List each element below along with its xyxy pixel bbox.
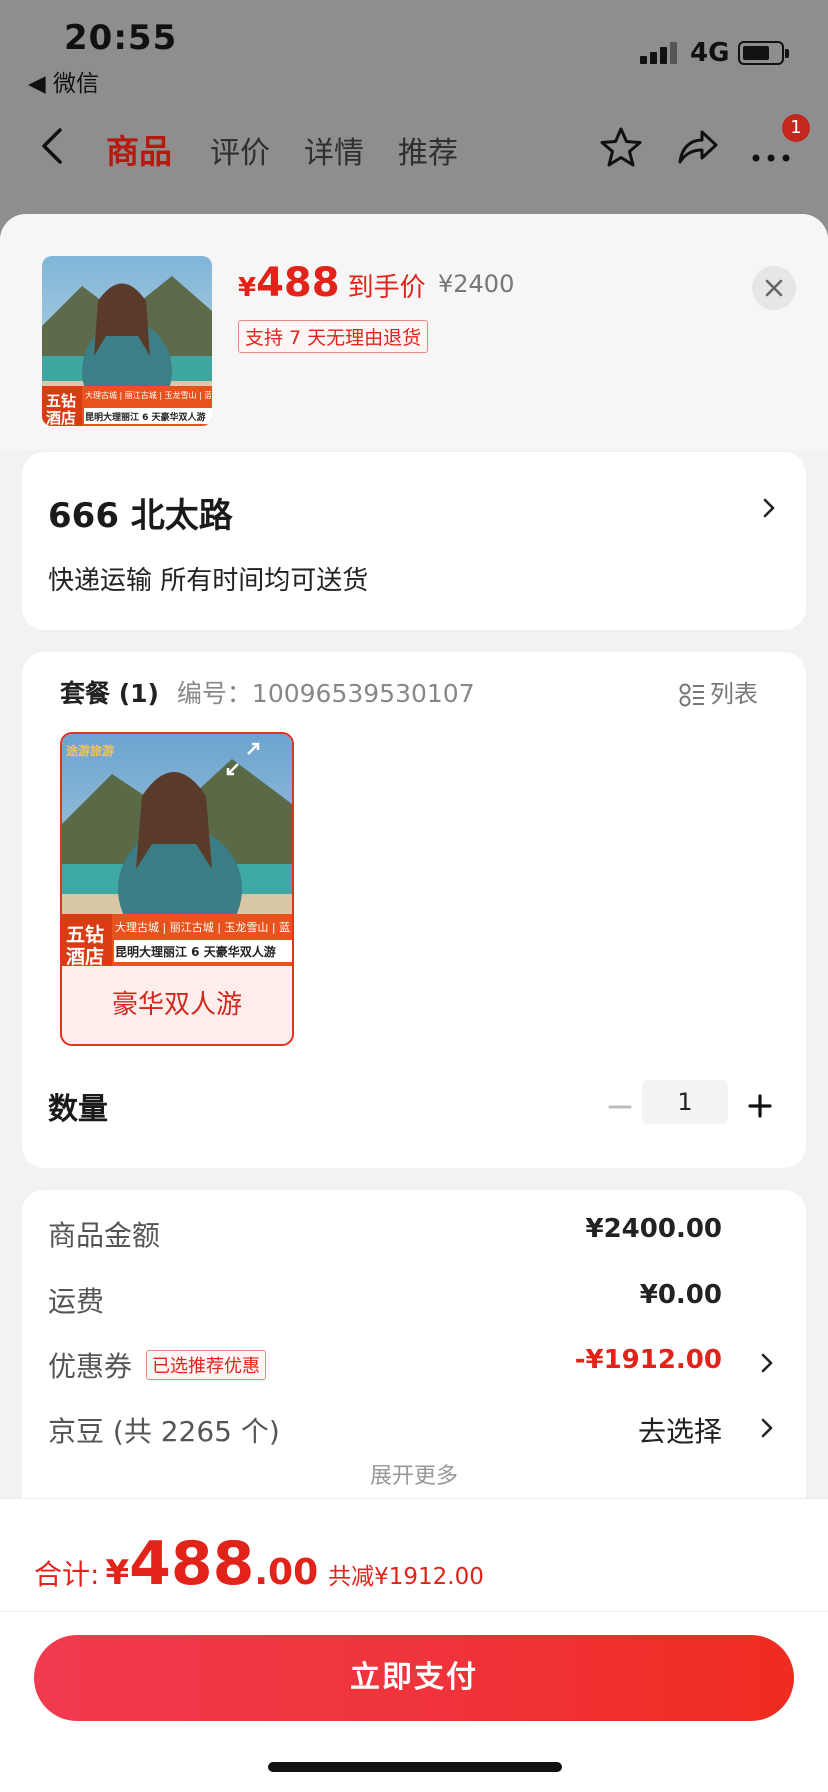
- total-dec: .00: [254, 1552, 319, 1593]
- shipping-row: 运费 ¥0.00: [48, 1280, 780, 1320]
- coupon-row[interactable]: 优惠券 已选推荐优惠 -¥1912.00: [48, 1345, 780, 1385]
- pay-now-button[interactable]: 立即支付: [34, 1635, 794, 1721]
- package-code-label: 编号：: [176, 679, 252, 708]
- jingdou-action: 去选择: [637, 1415, 722, 1448]
- tab-product[interactable]: 商品: [106, 125, 172, 173]
- jingdou-label: 京豆 (共 2265 个): [48, 1415, 280, 1448]
- back-arrow-icon[interactable]: [38, 124, 68, 168]
- chevron-right-icon: [761, 1418, 773, 1438]
- chevron-right-icon: [761, 1353, 773, 1373]
- package-image-badge-2: 酒店: [66, 946, 105, 968]
- order-total: 合计: ¥488.00 共减¥1912.00: [34, 1529, 484, 1599]
- shipping-value: ¥0.00: [639, 1280, 722, 1310]
- jingdou-row[interactable]: 京豆 (共 2265 个) 去选择: [48, 1410, 780, 1450]
- close-icon[interactable]: [752, 266, 796, 310]
- package-card: 套餐 (1) 编号：10096539530107 列表 途游旅游 五钻 酒店 大…: [22, 652, 806, 1168]
- battery-icon: [738, 41, 789, 65]
- star-icon[interactable]: [598, 124, 644, 170]
- total-int: 488: [129, 1529, 255, 1599]
- expand-more-link[interactable]: 展开更多: [22, 1458, 806, 1490]
- coupon-tag: 已选推荐优惠: [146, 1350, 267, 1380]
- coupon-label: 优惠券: [48, 1350, 133, 1383]
- package-option-label: 豪华双人游: [111, 990, 242, 1020]
- signal-icon: [640, 42, 682, 64]
- chevron-right-icon: [763, 498, 775, 518]
- list-icon: [679, 683, 704, 707]
- delivery-info: 快递运输 所有时间均可送货: [48, 566, 369, 596]
- package-image-brand: 途游旅游: [66, 744, 115, 758]
- price-symbol: ¥: [238, 273, 257, 303]
- address-card[interactable]: 666 北太路 快递运输 所有时间均可送货: [22, 452, 806, 630]
- thumb-route: 昆明大理丽江 6 天豪华双人游: [85, 413, 206, 423]
- minus-icon[interactable]: [602, 1092, 638, 1122]
- tab-details[interactable]: 详情: [304, 128, 364, 172]
- thumb-badge-2: 酒店: [46, 409, 77, 426]
- status-bar: 20:55 ◀ 微信 4G: [0, 0, 828, 100]
- back-to-wechat[interactable]: ◀ 微信: [28, 64, 99, 98]
- notification-badge: 1: [782, 114, 810, 142]
- total-symbol: ¥: [105, 1553, 130, 1593]
- footer-divider: [0, 1611, 828, 1612]
- coupon-value: -¥1912.00: [574, 1345, 722, 1375]
- coupon-label-group: 优惠券 已选推荐优惠: [48, 1345, 267, 1385]
- goods-amount-value: ¥2400.00: [585, 1214, 722, 1244]
- package-option-image: 途游旅游 五钻 酒店 大理古城 | 丽江古城 | 玉龙雪山 | 蓝月谷 昆明大理…: [62, 734, 292, 968]
- thumb-spots: 大理古城 | 丽江古城 | 玉龙雪山 | 蓝月谷: [85, 391, 211, 400]
- total-label: 合计:: [34, 1558, 100, 1591]
- tab-reviews[interactable]: 评价: [210, 128, 270, 172]
- original-price: ¥2400: [438, 270, 515, 298]
- address-title: 666 北太路: [48, 496, 233, 536]
- package-title: 套餐 (1): [60, 679, 159, 708]
- network-label: 4G: [690, 38, 730, 68]
- product-thumbnail[interactable]: 五钻 酒店 大理古城 | 丽江古城 | 玉龙雪山 | 蓝月谷 昆明大理丽江 6 …: [42, 256, 212, 426]
- price-value: 488: [256, 260, 340, 306]
- list-view-label: 列表: [710, 680, 758, 708]
- package-image-spots: 大理古城 | 丽江古城 | 玉龙雪山 | 蓝月谷: [115, 921, 291, 934]
- checkout-footer: 合计: ¥488.00 共减¥1912.00 立即支付: [0, 1498, 828, 1792]
- plus-icon[interactable]: [742, 1088, 778, 1124]
- goods-amount-label: 商品金额: [48, 1219, 161, 1252]
- status-time: 20:55: [64, 18, 178, 58]
- package-code: 10096539530107: [251, 679, 475, 708]
- package-header: 套餐 (1) 编号：10096539530107: [60, 674, 475, 710]
- shipping-label: 运费: [48, 1285, 105, 1318]
- share-icon[interactable]: [674, 124, 720, 170]
- home-indicator[interactable]: [268, 1762, 562, 1772]
- total-saved: 共减¥1912.00: [328, 1564, 484, 1590]
- price-tag: 到手价: [347, 273, 426, 303]
- quantity-input[interactable]: 1: [642, 1080, 728, 1124]
- quantity-label: 数量: [48, 1092, 108, 1127]
- list-view-toggle[interactable]: 列表: [678, 674, 758, 709]
- deal-price: ¥488 到手价: [238, 260, 426, 306]
- sheet-header: 五钻 酒店 大理古城 | 丽江古城 | 玉龙雪山 | 蓝月谷 昆明大理丽江 6 …: [0, 214, 828, 450]
- tab-recommend[interactable]: 推荐: [398, 128, 458, 172]
- goods-amount-row: 商品金额 ¥2400.00: [48, 1214, 780, 1254]
- checkout-sheet: 五钻 酒店 大理古城 | 丽江古城 | 玉龙雪山 | 蓝月谷 昆明大理丽江 6 …: [0, 214, 828, 1792]
- product-nav-bar: 商品 评价 详情 推荐: [0, 110, 828, 186]
- package-option-selected[interactable]: 途游旅游 五钻 酒店 大理古城 | 丽江古城 | 玉龙雪山 | 蓝月谷 昆明大理…: [60, 732, 294, 1046]
- return-policy-tag: 支持 7 天无理由退货: [238, 320, 429, 353]
- package-image-route: 昆明大理丽江 6 天豪华双人游: [115, 945, 276, 959]
